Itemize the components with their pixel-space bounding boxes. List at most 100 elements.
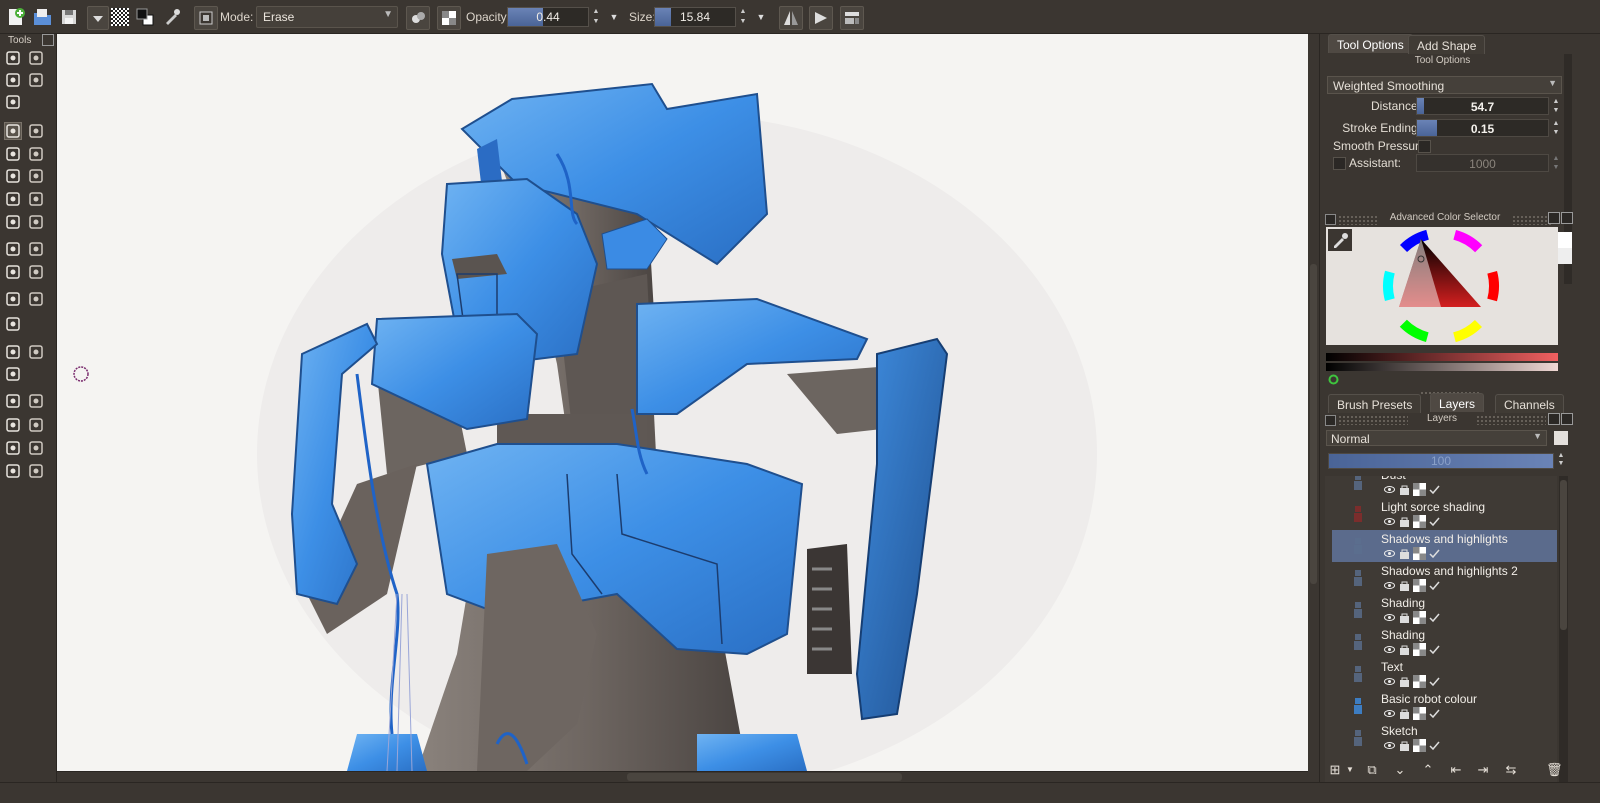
layer-lock-icon[interactable] xyxy=(1398,579,1411,592)
onion-skin-icon[interactable] xyxy=(1428,707,1441,720)
alpha-inherit-icon[interactable] xyxy=(1413,579,1426,592)
magnetic-select-icon[interactable] xyxy=(28,463,44,479)
outline-select-icon[interactable] xyxy=(28,417,44,433)
polygon-select-icon[interactable] xyxy=(5,417,21,433)
assistant-tool-icon[interactable] xyxy=(5,344,21,360)
freehand-path-icon[interactable] xyxy=(28,191,44,207)
visibility-eye-icon[interactable] xyxy=(1383,483,1396,496)
bezier-select-icon[interactable] xyxy=(5,463,21,479)
color-picker-icon[interactable] xyxy=(1328,229,1352,251)
polygon-tool-icon[interactable] xyxy=(5,168,21,184)
dynamic-brush-icon[interactable] xyxy=(5,214,21,230)
onion-skin-icon[interactable] xyxy=(1428,547,1441,560)
brush-preset-icon[interactable] xyxy=(87,6,109,30)
onion-skin-icon[interactable] xyxy=(1428,739,1441,752)
float-layers-icon[interactable] xyxy=(1548,413,1560,425)
opacity-menu-chevron-icon[interactable]: ▼ xyxy=(608,7,620,27)
float-panel-icon[interactable] xyxy=(42,34,54,46)
layer-lock-icon[interactable] xyxy=(1398,643,1411,656)
preserve-alpha-icon[interactable] xyxy=(406,6,430,30)
visibility-eye-icon[interactable] xyxy=(1383,675,1396,688)
eyedropper-icon[interactable] xyxy=(28,291,44,307)
visibility-eye-icon[interactable] xyxy=(1383,547,1396,560)
lower-layer-icon[interactable]: ⇤ xyxy=(1448,762,1464,778)
refresh-colors-icon[interactable] xyxy=(1328,374,1339,385)
freehand-brush-icon[interactable] xyxy=(4,122,22,140)
size-spin-icon[interactable]: ▲ ▼ xyxy=(737,7,749,27)
alpha-inherit-icon[interactable] xyxy=(1413,547,1426,560)
layer-row[interactable]: Shading xyxy=(1332,594,1557,626)
assistant-checkbox[interactable] xyxy=(1333,157,1346,170)
collapse-layers-icon[interactable] xyxy=(1325,415,1336,426)
visibility-eye-icon[interactable] xyxy=(1383,643,1396,656)
vertical-scroll-thumb[interactable] xyxy=(1310,264,1317,584)
distance-slider[interactable]: 54.7 xyxy=(1416,97,1549,115)
add-layer-icon[interactable]: ⊞ xyxy=(1327,762,1343,778)
text-tool-icon[interactable] xyxy=(28,50,44,66)
current-color-swatch[interactable] xyxy=(1558,232,1572,248)
measure-tool-icon[interactable] xyxy=(28,264,44,280)
layer-blend-mode-dropdown[interactable]: Normal ▼ xyxy=(1326,430,1547,446)
size-menu-chevron-icon[interactable]: ▼ xyxy=(755,7,767,27)
raise-layer-icon[interactable]: ⇥ xyxy=(1475,762,1491,778)
layer-list-scroll-thumb[interactable] xyxy=(1560,480,1567,630)
duplicate-layer-icon[interactable]: ⧉ xyxy=(1364,762,1380,778)
vertical-scrollbar[interactable] xyxy=(1308,34,1319,782)
layer-row[interactable]: Dust xyxy=(1332,476,1557,498)
onion-skin-icon[interactable] xyxy=(1428,611,1441,624)
layer-properties-icon[interactable] xyxy=(1554,431,1568,445)
layer-list-scrollbar[interactable] xyxy=(1559,476,1568,786)
alpha-inherit-icon[interactable] xyxy=(1413,611,1426,624)
brush-settings-icon[interactable] xyxy=(161,6,183,28)
rectangle-tool-icon[interactable] xyxy=(5,146,21,162)
color-sampler-icon[interactable] xyxy=(5,94,21,110)
mirror-vertical-icon[interactable] xyxy=(809,6,833,30)
onion-skin-icon[interactable] xyxy=(1428,515,1441,528)
float-color-selector-icon[interactable] xyxy=(1548,212,1560,224)
color-history-strip[interactable] xyxy=(1326,353,1558,361)
layer-row[interactable]: Sketch xyxy=(1332,722,1557,754)
tab-channels[interactable]: Channels xyxy=(1495,394,1564,413)
tab-brush-presets[interactable]: Brush Presets xyxy=(1328,394,1422,413)
drawing-canvas[interactable] xyxy=(57,34,1308,771)
color-wheel[interactable] xyxy=(1381,227,1501,345)
multi-brush-icon[interactable] xyxy=(28,214,44,230)
layer-lock-icon[interactable] xyxy=(1398,547,1411,560)
similar-select-icon[interactable] xyxy=(28,440,44,456)
visibility-eye-icon[interactable] xyxy=(1383,739,1396,752)
onion-skin-icon[interactable] xyxy=(1428,675,1441,688)
visibility-eye-icon[interactable] xyxy=(1383,707,1396,720)
select-shapes-icon[interactable] xyxy=(5,50,21,66)
color-selector-area[interactable] xyxy=(1326,227,1558,345)
move-tool-icon[interactable] xyxy=(28,241,44,257)
gradient-tool-icon[interactable] xyxy=(5,316,21,332)
new-document-icon[interactable] xyxy=(5,6,27,28)
smooth-pressure-checkbox[interactable] xyxy=(1418,140,1431,153)
save-document-icon[interactable] xyxy=(58,6,80,28)
stroke-ending-slider[interactable]: 0.15 xyxy=(1416,119,1549,137)
crop-tool-icon[interactable] xyxy=(5,241,21,257)
layer-lock-icon[interactable] xyxy=(1398,483,1411,496)
assistant-spin-icon[interactable]: ▲ ▼ xyxy=(1550,154,1562,172)
onion-skin-icon[interactable] xyxy=(1428,643,1441,656)
assistant-slider[interactable]: 1000 xyxy=(1416,154,1549,172)
polyline-tool-icon[interactable] xyxy=(28,168,44,184)
transform-tool-icon[interactable] xyxy=(5,264,21,280)
alpha-inherit-icon[interactable] xyxy=(1413,707,1426,720)
foreground-background-colors-icon[interactable] xyxy=(134,6,156,28)
distance-spin-icon[interactable]: ▲ ▼ xyxy=(1550,97,1562,115)
fill-tool-icon[interactable] xyxy=(28,72,44,88)
tab-tool-options[interactable]: Tool Options xyxy=(1328,34,1413,53)
close-layers-icon[interactable] xyxy=(1561,413,1573,425)
layer-lock-icon[interactable] xyxy=(1398,515,1411,528)
delete-layer-icon[interactable]: 🗑 xyxy=(1546,762,1563,778)
layer-row[interactable]: Basic robot colour xyxy=(1332,690,1557,722)
pattern-icon[interactable] xyxy=(109,6,131,28)
alpha-inherit-icon[interactable] xyxy=(1413,643,1426,656)
smart-patch-icon[interactable] xyxy=(5,291,21,307)
multibrush-icon[interactable] xyxy=(5,72,21,88)
tab-add-shape[interactable]: Add Shape xyxy=(1408,35,1486,54)
layer-row[interactable]: Light sorce shading xyxy=(1332,498,1557,530)
alpha-inherit-icon[interactable] xyxy=(1413,483,1426,496)
alpha-inherit-icon[interactable] xyxy=(1413,515,1426,528)
